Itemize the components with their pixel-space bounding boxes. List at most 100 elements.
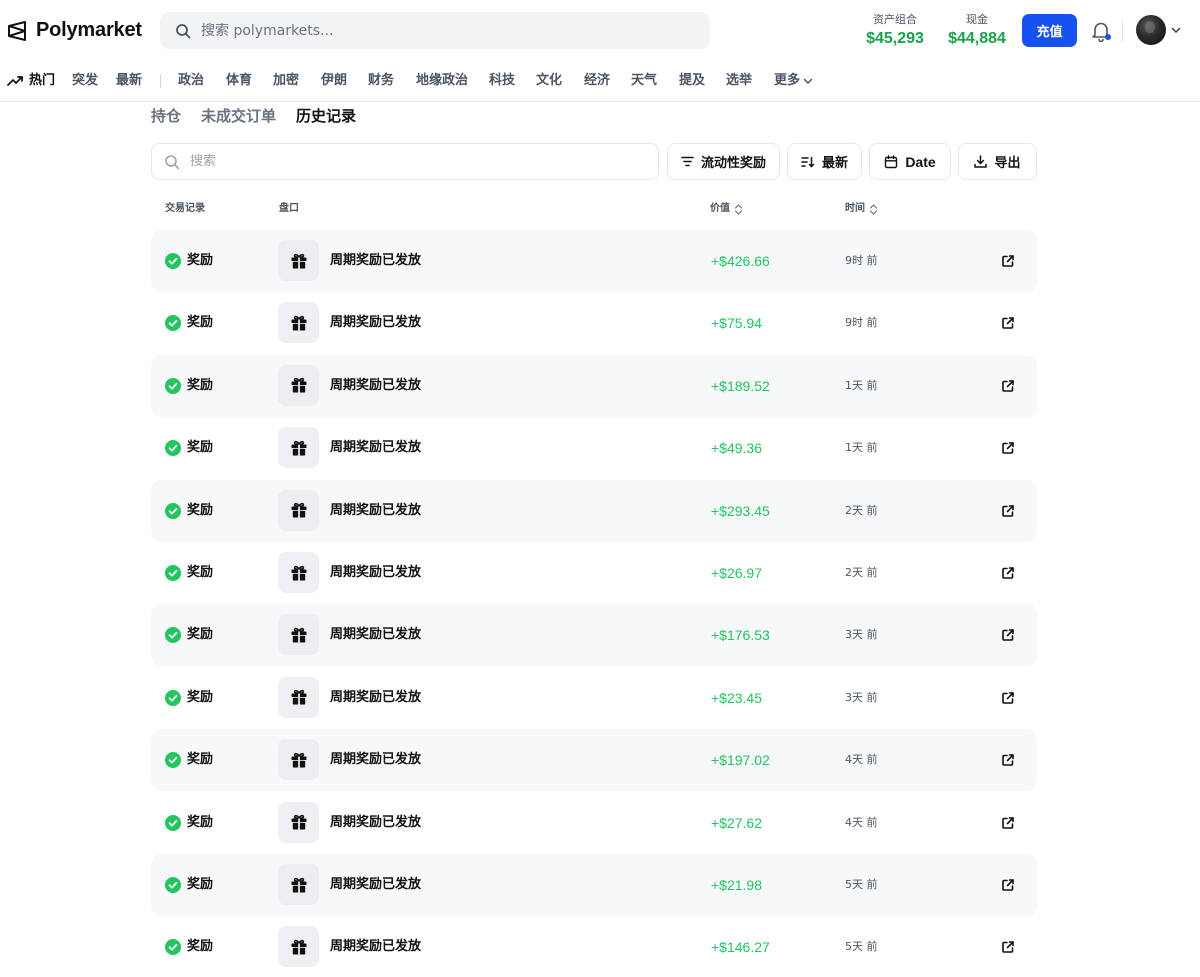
external-link-icon[interactable]	[1001, 753, 1015, 767]
global-search-input[interactable]	[201, 22, 681, 39]
portfolio-label: 资产组合	[873, 13, 917, 26]
table-row[interactable]: 奖励 周期奖励已发放 +$176.53 3天 前	[151, 604, 1037, 667]
nav-item-geopolitics[interactable]: 地缘政治	[416, 72, 468, 90]
market-thumbnail	[278, 864, 319, 905]
market-name[interactable]: 周期奖励已发放	[330, 751, 421, 769]
external-link-icon[interactable]	[1001, 254, 1015, 268]
table-row[interactable]: 奖励 周期奖励已发放 +$26.97 2天 前	[151, 542, 1037, 604]
trending-icon	[7, 76, 23, 86]
sort-label: 最新	[821, 156, 848, 171]
external-link-icon[interactable]	[1001, 628, 1015, 642]
external-link-icon[interactable]	[1001, 940, 1015, 954]
gift-icon	[291, 253, 306, 268]
table-row[interactable]: 奖励 周期奖励已发放 +$426.66 9时 前	[151, 230, 1037, 292]
column-header-value[interactable]: 价值	[710, 202, 743, 216]
market-name[interactable]: 周期奖励已发放	[330, 502, 421, 520]
date-filter-button[interactable]: Date	[869, 143, 951, 180]
chevron-down-icon[interactable]	[1170, 24, 1182, 36]
cash-label: 现金	[966, 13, 988, 26]
table-row[interactable]: 奖励 周期奖励已发放 +$21.98 5天 前	[151, 854, 1037, 916]
table-row[interactable]: 奖励 周期奖励已发放 +$189.52 1天 前	[151, 354, 1037, 417]
history-search-bar[interactable]	[151, 143, 659, 180]
column-header-activity: 交易记录	[165, 202, 205, 216]
gift-icon	[291, 939, 306, 955]
activity-type: 奖励	[187, 377, 214, 393]
nav-item-economy[interactable]: 经济	[584, 72, 610, 90]
column-header-value-label: 价值	[710, 203, 730, 214]
table-row[interactable]: 奖励 周期奖励已发放 +$27.62 4天 前	[151, 792, 1037, 854]
activity-type: 奖励	[187, 502, 214, 518]
table-row[interactable]: 奖励 周期奖励已发放 +$146.27 5天 前	[151, 916, 1037, 977]
avatar[interactable]	[1136, 15, 1166, 45]
tab-positions[interactable]: 持仓	[151, 106, 181, 126]
nav-item-tech[interactable]: 科技	[489, 72, 515, 90]
table-row[interactable]: 奖励 周期奖励已发放 +$197.02 4天 前	[151, 729, 1037, 792]
market-name[interactable]: 周期奖励已发放	[330, 876, 421, 894]
search-icon	[176, 23, 191, 38]
market-thumbnail	[278, 240, 319, 281]
table-row[interactable]: 奖励 周期奖励已发放 +$49.36 1天 前	[151, 417, 1037, 479]
market-name[interactable]: 周期奖励已发放	[330, 314, 421, 332]
date-label: Date	[905, 153, 936, 170]
history-search-input[interactable]	[190, 154, 630, 169]
tab-open-orders[interactable]: 未成交订单	[201, 106, 276, 126]
logo[interactable]: Polymarket	[6, 19, 142, 42]
sort-button[interactable]: 最新	[787, 143, 862, 180]
nav-item-culture[interactable]: 文化	[536, 72, 562, 90]
market-name[interactable]: 周期奖励已发放	[330, 252, 421, 270]
nav-item-politics[interactable]: 政治	[178, 72, 204, 90]
gift-icon	[291, 503, 306, 518]
nav-item-finance[interactable]: 财务	[368, 72, 394, 90]
market-name[interactable]: 周期奖励已发放	[330, 938, 421, 956]
deposit-button[interactable]: 充值	[1022, 14, 1077, 47]
gift-icon	[291, 627, 306, 643]
tab-history[interactable]: 历史记录	[296, 106, 356, 126]
category-nav: 热门 突发 最新 政治 体育 加密 伊朗 财务 地缘政治 科技 文化 经济 天气…	[0, 62, 1200, 102]
market-name[interactable]: 周期奖励已发放	[330, 439, 421, 457]
nav-item-mentions[interactable]: 提及	[679, 72, 705, 90]
market-name[interactable]: 周期奖励已发放	[330, 626, 421, 644]
nav-item-weather[interactable]: 天气	[631, 72, 657, 90]
nav-item-new[interactable]: 最新	[116, 72, 142, 90]
external-link-icon[interactable]	[1001, 816, 1015, 830]
table-row[interactable]: 奖励 周期奖励已发放 +$75.94 9时 前	[151, 292, 1037, 354]
external-link-icon[interactable]	[1001, 316, 1015, 330]
export-button[interactable]: 导出	[958, 143, 1037, 180]
nav-item-iran[interactable]: 伊朗	[321, 72, 347, 90]
cash-stat[interactable]: 现金 $44,884	[944, 13, 1010, 49]
filter-icon	[681, 156, 694, 167]
market-name[interactable]: 周期奖励已发放	[330, 377, 421, 395]
global-search-bar[interactable]	[160, 12, 710, 49]
nav-item-sports[interactable]: 体育	[226, 72, 252, 90]
nav-item-trending[interactable]: 热门	[29, 72, 55, 90]
cash-value: $44,884	[948, 30, 1006, 47]
nav-item-elections[interactable]: 选举	[726, 72, 752, 90]
external-link-icon[interactable]	[1001, 504, 1015, 518]
filter-button[interactable]: 流动性奖励	[667, 143, 780, 180]
download-icon	[974, 155, 988, 168]
table-row[interactable]: 奖励 周期奖励已发放 +$293.45 2天 前	[151, 479, 1037, 542]
export-label: 导出	[994, 156, 1021, 171]
market-name[interactable]: 周期奖励已发放	[330, 814, 421, 832]
market-name[interactable]: 周期奖励已发放	[330, 689, 421, 707]
activity-type: 奖励	[187, 253, 214, 268]
table-row[interactable]: 奖励 周期奖励已发放 +$23.45 3天 前	[151, 667, 1037, 729]
gift-icon	[291, 378, 306, 393]
chevron-down-icon	[803, 78, 813, 84]
market-thumbnail	[278, 552, 319, 593]
market-thumbnail	[278, 364, 319, 406]
check-circle-icon	[165, 502, 181, 519]
nav-item-breaking[interactable]: 突发	[72, 72, 98, 90]
external-link-icon[interactable]	[1001, 566, 1015, 580]
market-thumbnail	[278, 302, 319, 344]
external-link-icon[interactable]	[1001, 878, 1015, 892]
column-header-time[interactable]: 时间	[845, 202, 878, 216]
nav-item-more[interactable]: 更多	[774, 72, 813, 90]
external-link-icon[interactable]	[1001, 379, 1015, 393]
external-link-icon[interactable]	[1001, 441, 1015, 455]
nav-item-crypto[interactable]: 加密	[273, 72, 299, 90]
market-name[interactable]: 周期奖励已发放	[330, 564, 421, 582]
market-thumbnail	[278, 427, 319, 469]
portfolio-stat[interactable]: 资产组合 $45,293	[864, 13, 926, 49]
external-link-icon[interactable]	[1001, 691, 1015, 705]
